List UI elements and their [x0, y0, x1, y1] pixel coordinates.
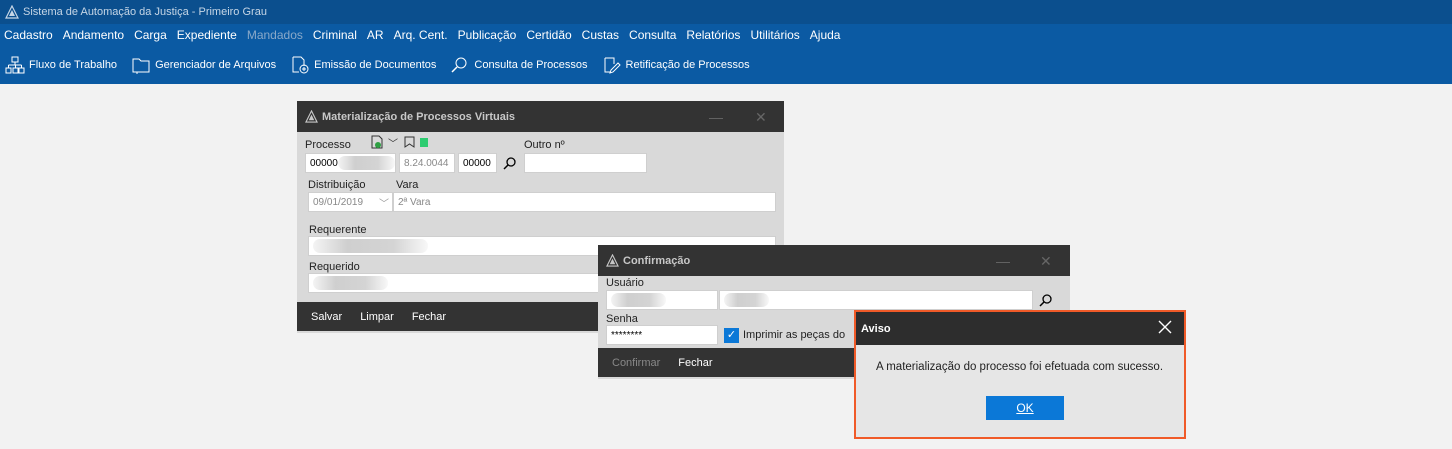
menu-item-andamento[interactable]: Andamento [63, 28, 124, 42]
processo-label: Processo [305, 139, 351, 151]
processo-codigo-value: 8.24.0044 [404, 157, 449, 169]
redacted-blur [313, 239, 428, 253]
processo-numero-value: 00000 [310, 157, 338, 169]
search-icon[interactable] [1039, 293, 1053, 307]
menu-item-expediente[interactable]: Expediente [177, 28, 237, 42]
requerente-label: Requerente [309, 224, 367, 236]
vara-field[interactable]: 2ª Vara [393, 192, 776, 212]
close-icon[interactable] [1156, 318, 1174, 336]
menu-item-custas[interactable]: Custas [582, 28, 619, 42]
menu-item-relat-rios[interactable]: Relatórios [686, 28, 740, 42]
close-icon[interactable]: ✕ [1040, 253, 1052, 270]
window-title: Materialização de Processos Virtuais [322, 110, 515, 123]
edit-process-icon [604, 57, 621, 74]
search-process-icon [451, 57, 467, 73]
chevron-down-icon[interactable]: ﹀ [388, 135, 398, 150]
menu-item-criminal[interactable]: Criminal [313, 28, 357, 42]
requerido-label: Requerido [309, 261, 360, 273]
minimize-icon[interactable]: — [996, 253, 1010, 269]
fechar-button[interactable]: Fechar [678, 357, 712, 369]
toolbar-emissao-documentos[interactable]: Emissão de Documentos [290, 56, 436, 74]
toolbar-fluxo-trabalho[interactable]: Fluxo de Trabalho [5, 56, 117, 74]
redacted-blur [313, 276, 388, 290]
document-green-icon[interactable] [370, 135, 384, 149]
menu-item-ar[interactable]: AR [367, 28, 384, 42]
bookmark-icon[interactable] [404, 136, 415, 148]
processo-foro-value: 00000 [463, 157, 491, 169]
toolbar-label: Emissão de Documentos [314, 59, 437, 71]
limpar-button[interactable]: Limpar [360, 311, 394, 323]
redacted-blur [724, 293, 769, 307]
aviso-dialog: Aviso A materialização do processo foi e… [854, 310, 1186, 439]
imprimir-label: Imprimir as peças do [743, 329, 846, 341]
app-title-bar: Sistema de Automação da Justiça - Primei… [0, 0, 1452, 24]
toolbar: Fluxo de Trabalho Gerenciador de Arquivo… [0, 46, 1452, 84]
redacted-blur [611, 293, 666, 307]
toolbar-label: Gerenciador de Arquivos [155, 59, 277, 71]
window-title: Confirmação [623, 254, 691, 267]
file-manager-icon [132, 58, 150, 74]
vara-label: Vara [396, 179, 419, 191]
menu-item-ajuda[interactable]: Ajuda [810, 28, 841, 42]
workflow-icon [5, 56, 25, 74]
usuario-label: Usuário [606, 277, 644, 289]
processo-foro-field[interactable]: 00000 [458, 153, 497, 173]
senha-field[interactable]: ******** [606, 325, 718, 345]
search-icon[interactable] [503, 156, 517, 170]
ok-button[interactable]: OK [986, 396, 1064, 420]
menu-item-certid-o[interactable]: Certidão [526, 28, 571, 42]
menu-item-cadastro[interactable]: Cadastro [4, 28, 53, 42]
menu-item-mandados[interactable]: Mandados [247, 28, 303, 42]
menu-item-utilit-rios[interactable]: Utilitários [750, 28, 799, 42]
distribuicao-label: Distribuição [308, 179, 366, 191]
processo-numero-field[interactable]: 00000 [305, 153, 396, 173]
fechar-button[interactable]: Fechar [412, 311, 446, 323]
salvar-button[interactable]: Salvar [311, 311, 342, 323]
distribuicao-value: 09/01/2019 [313, 196, 364, 208]
aviso-title: Aviso [861, 322, 891, 335]
usuario-nome-field[interactable] [719, 290, 1033, 310]
aviso-title-bar: Aviso [856, 312, 1184, 345]
menu-bar: Cadastro Andamento Carga Expediente Mandados… [0, 24, 1452, 46]
toolbar-retificacao-processos[interactable]: Retificação de Processos [602, 56, 750, 74]
document-add-icon [292, 56, 309, 74]
menu-item-carga[interactable]: Carga [134, 28, 167, 42]
toolbar-consulta-processos[interactable]: Consulta de Processos [450, 56, 588, 74]
app-logo-icon [5, 5, 19, 19]
close-icon[interactable]: ✕ [755, 109, 767, 126]
vara-value: 2ª Vara [398, 196, 431, 208]
distribuicao-date-field[interactable]: 09/01/2019 ﹀ [308, 192, 393, 212]
status-green-indicator [420, 138, 428, 147]
minimize-icon[interactable]: — [709, 109, 723, 125]
imprimir-checkbox[interactable]: ✓ [724, 328, 739, 343]
senha-value: ******** [611, 329, 643, 341]
confirmar-button[interactable]: Confirmar [612, 357, 660, 369]
toolbar-label: Fluxo de Trabalho [29, 59, 118, 71]
outro-numero-label: Outro nº [524, 139, 565, 151]
app-title: Sistema de Automação da Justiça - Primei… [23, 6, 267, 18]
toolbar-label: Retificação de Processos [625, 59, 750, 71]
toolbar-label: Consulta de Processos [474, 59, 588, 71]
app-logo-icon [606, 254, 619, 267]
menu-item-consulta[interactable]: Consulta [629, 28, 676, 42]
processo-codigo-field[interactable]: 8.24.0044 [399, 153, 455, 173]
menu-item-arq-cent-[interactable]: Arq. Cent. [394, 28, 448, 42]
app-logo-icon [305, 110, 318, 123]
usuario-field[interactable] [606, 290, 718, 310]
senha-label: Senha [606, 313, 638, 325]
redacted-blur [337, 156, 395, 170]
toolbar-gerenciador-arquivos[interactable]: Gerenciador de Arquivos [131, 56, 276, 74]
chevron-down-icon[interactable]: ﹀ [379, 195, 389, 210]
outro-numero-field[interactable] [524, 153, 647, 173]
menu-item-publica-o[interactable]: Publicação [458, 28, 517, 42]
aviso-message: A materialização do processo foi efetuad… [876, 361, 1164, 373]
